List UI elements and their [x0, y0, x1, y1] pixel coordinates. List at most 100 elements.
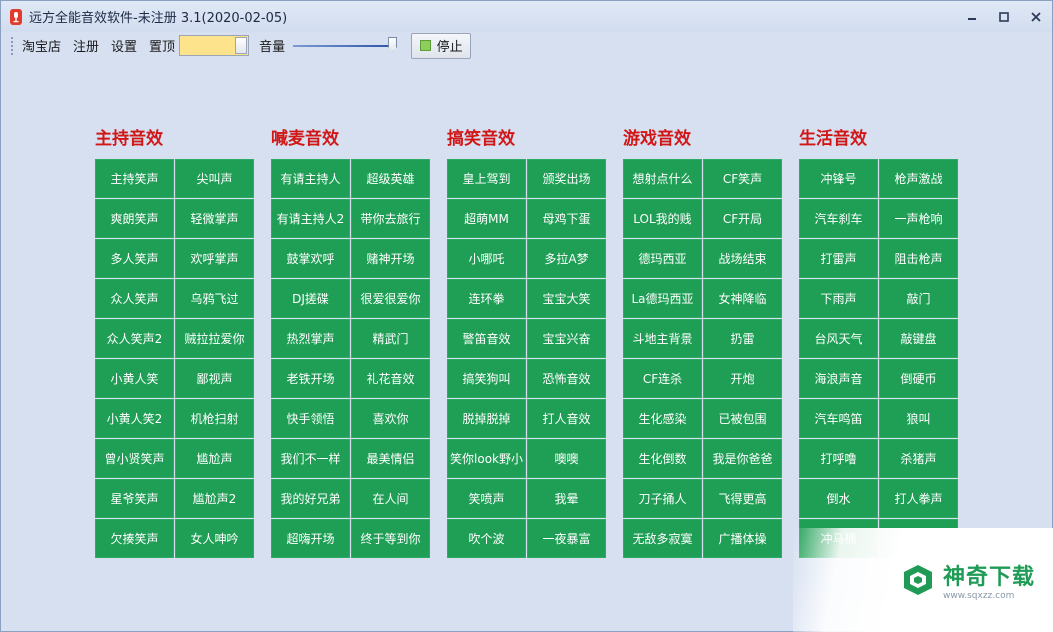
toggle-knob[interactable] [235, 37, 248, 54]
sound-button[interactable]: 小哪吒 [447, 239, 526, 278]
sound-button[interactable]: 打人拳声 [879, 479, 958, 518]
sound-button[interactable]: 阻击枪声 [879, 239, 958, 278]
sound-button[interactable]: 冲锋号 [799, 159, 878, 198]
sound-button[interactable]: 战场结束 [703, 239, 782, 278]
sound-button[interactable]: 台风天气 [799, 319, 878, 358]
sound-button[interactable]: 精武门 [351, 319, 430, 358]
maximize-button[interactable] [988, 1, 1020, 32]
sound-button[interactable]: 欢呼掌声 [175, 239, 254, 278]
sound-button[interactable]: 刀子捅人 [623, 479, 702, 518]
sound-button[interactable]: 敲键盘 [879, 319, 958, 358]
sound-button[interactable]: 鼓掌欢呼 [271, 239, 350, 278]
sound-button[interactable]: 笑你look野小 [447, 439, 526, 478]
close-button[interactable] [1020, 1, 1052, 32]
sound-button[interactable]: 皇上驾到 [447, 159, 526, 198]
sound-button[interactable]: 机枪扫射 [175, 399, 254, 438]
sound-button[interactable]: DJ搓碟 [271, 279, 350, 318]
minimize-button[interactable] [956, 1, 988, 32]
sound-button[interactable]: 警笛音效 [447, 319, 526, 358]
sound-button[interactable]: 倒水 [799, 479, 878, 518]
sound-button[interactable]: 赌神开场 [351, 239, 430, 278]
sound-button[interactable]: 宝宝大笑 [527, 279, 606, 318]
menu-pin-top[interactable]: 置顶 [149, 36, 175, 55]
sound-button[interactable]: 欠揍笑声 [95, 519, 174, 558]
sound-button[interactable]: CF连杀 [623, 359, 702, 398]
sound-button[interactable]: 主持笑声 [95, 159, 174, 198]
sound-button[interactable]: 贼拉拉爱你 [175, 319, 254, 358]
sound-button[interactable]: 众人笑声2 [95, 319, 174, 358]
sound-button[interactable]: 我们不一样 [271, 439, 350, 478]
sound-button[interactable]: 多拉A梦 [527, 239, 606, 278]
menu-taobao-store[interactable]: 淘宝店 [22, 36, 61, 55]
sound-button[interactable]: 鄙视声 [175, 359, 254, 398]
sound-button[interactable]: 汽车刹车 [799, 199, 878, 238]
sound-button[interactable]: CF笑声 [703, 159, 782, 198]
sound-button[interactable]: 星爷笑声 [95, 479, 174, 518]
sound-button[interactable]: 最美情侣 [351, 439, 430, 478]
sound-button[interactable]: 有请主持人 [271, 159, 350, 198]
sound-button[interactable]: 下雨声 [799, 279, 878, 318]
toolbar-grip[interactable] [11, 36, 14, 55]
sound-button[interactable]: 打人音效 [527, 399, 606, 438]
sound-button[interactable]: 老铁开场 [271, 359, 350, 398]
sound-button[interactable]: 尴尬声 [175, 439, 254, 478]
sound-button[interactable]: 生化倒数 [623, 439, 702, 478]
sound-button[interactable]: 热烈掌声 [271, 319, 350, 358]
sound-button[interactable]: LOL我的贱 [623, 199, 702, 238]
sound-button[interactable]: 已被包围 [703, 399, 782, 438]
sound-button[interactable]: 打雷声 [799, 239, 878, 278]
sound-button[interactable]: 搞笑狗叫 [447, 359, 526, 398]
sound-button[interactable]: 众人笑声 [95, 279, 174, 318]
sound-button[interactable]: 颁奖出场 [527, 159, 606, 198]
sound-button[interactable]: 女神降临 [703, 279, 782, 318]
sound-button[interactable]: 笑喷声 [447, 479, 526, 518]
sound-button[interactable]: 在人间 [351, 479, 430, 518]
sound-button[interactable]: 超嗨开场 [271, 519, 350, 558]
sound-button[interactable]: 我是你爸爸 [703, 439, 782, 478]
stop-button[interactable]: 停止 [411, 32, 472, 59]
sound-button[interactable]: 小黄人笑2 [95, 399, 174, 438]
menu-settings[interactable]: 设置 [111, 36, 137, 55]
volume-slider-track[interactable] [293, 44, 394, 47]
sound-button[interactable]: 无敌多寂寞 [623, 519, 702, 558]
sound-button[interactable]: 杀猪声 [879, 439, 958, 478]
sound-button[interactable]: 很爱很爱你 [351, 279, 430, 318]
sound-button[interactable]: 斗地主背景 [623, 319, 702, 358]
sound-button[interactable]: 开炮 [703, 359, 782, 398]
sound-button[interactable]: 有请主持人2 [271, 199, 350, 238]
sound-button[interactable]: 尖叫声 [175, 159, 254, 198]
sound-button[interactable]: 枪声激战 [879, 159, 958, 198]
sound-button[interactable]: 海浪声音 [799, 359, 878, 398]
sound-button[interactable]: 连环拳 [447, 279, 526, 318]
menu-register[interactable]: 注册 [73, 36, 99, 55]
sound-button[interactable]: 爽朗笑声 [95, 199, 174, 238]
sound-button[interactable]: 广播体操 [703, 519, 782, 558]
sound-button[interactable]: CF开局 [703, 199, 782, 238]
sound-button[interactable]: 想射点什么 [623, 159, 702, 198]
sound-button[interactable]: 生化感染 [623, 399, 702, 438]
sound-button[interactable]: 扔雷 [703, 319, 782, 358]
sound-button[interactable]: 乌鸦飞过 [175, 279, 254, 318]
sound-button[interactable]: 女人呻吟 [175, 519, 254, 558]
sound-button[interactable]: 曾小贤笑声 [95, 439, 174, 478]
sound-button[interactable]: 倒硬币 [879, 359, 958, 398]
sound-button[interactable]: 汽车鸣笛 [799, 399, 878, 438]
sound-button[interactable]: 轻微掌声 [175, 199, 254, 238]
sound-button[interactable]: 飞得更高 [703, 479, 782, 518]
top-toggle-field[interactable] [179, 35, 250, 56]
sound-button[interactable]: 恐怖音效 [527, 359, 606, 398]
sound-button[interactable]: 喜欢你 [351, 399, 430, 438]
sound-button[interactable]: 我的好兄弟 [271, 479, 350, 518]
sound-button[interactable]: 一夜暴富 [527, 519, 606, 558]
sound-button[interactable]: 噢噢 [527, 439, 606, 478]
sound-button[interactable]: 快手领悟 [271, 399, 350, 438]
sound-button[interactable]: 脱掉脱掉 [447, 399, 526, 438]
sound-button[interactable]: 德玛西亚 [623, 239, 702, 278]
sound-button[interactable]: 打呼噜 [799, 439, 878, 478]
sound-button[interactable]: 狼叫 [879, 399, 958, 438]
sound-button[interactable]: 礼花音效 [351, 359, 430, 398]
sound-button[interactable]: La德玛西亚 [623, 279, 702, 318]
sound-button[interactable]: 超萌MM [447, 199, 526, 238]
volume-slider[interactable] [293, 36, 398, 56]
sound-button[interactable]: 超级英雄 [351, 159, 430, 198]
